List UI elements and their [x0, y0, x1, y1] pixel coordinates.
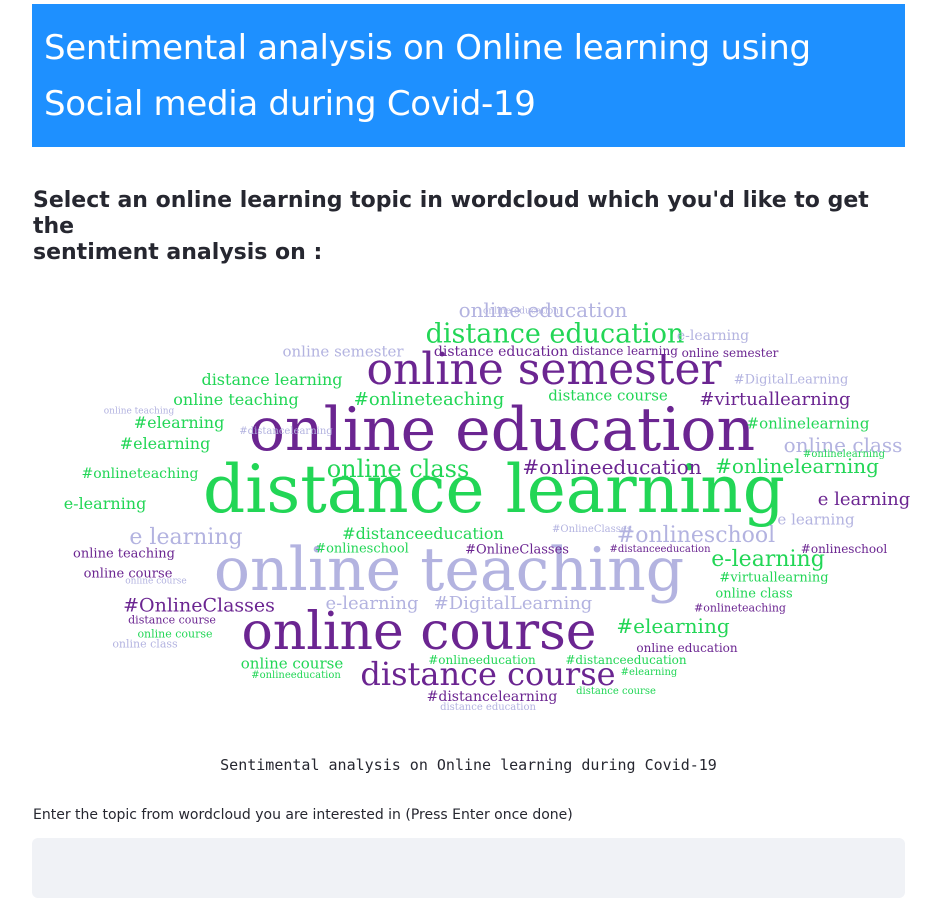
wordcloud-word[interactable]: #OnlineClasses [465, 544, 569, 557]
wordcloud-word[interactable]: distance learning [572, 345, 678, 357]
wordcloud-word[interactable]: #DigitalLearning [434, 595, 593, 613]
topic-prompt-heading: Select an online learning topic in wordc… [33, 188, 893, 266]
wordcloud-word[interactable]: online course [125, 577, 186, 587]
wordcloud-word[interactable]: e learning [777, 512, 854, 528]
topic-input[interactable] [32, 838, 905, 898]
wordcloud-word[interactable]: #onlineteaching [354, 391, 504, 409]
wordcloud-word[interactable]: e-learning [64, 496, 147, 512]
wordcloud-word[interactable]: #onlineteaching [694, 603, 786, 614]
wordcloud-word[interactable]: online education [483, 307, 559, 317]
wordcloud-word[interactable]: e-learning [677, 329, 749, 343]
wordcloud-word[interactable]: e-learning [326, 595, 419, 613]
wordcloud-word[interactable]: #onlineeducation [428, 654, 536, 666]
wordcloud-word[interactable]: online teaching [73, 548, 175, 561]
wordcloud-word[interactable]: online class [715, 588, 792, 601]
wordcloud-word[interactable]: online teaching [173, 392, 298, 408]
wordcloud-word[interactable]: #elearning [120, 436, 211, 452]
wordcloud-word[interactable]: distance course [128, 615, 216, 626]
wordcloud-word[interactable]: #distancelearning [239, 427, 332, 437]
page-title-line-1: Sentimental analysis on Online learning … [44, 28, 811, 68]
wordcloud-word[interactable]: #OnlineClasses [552, 525, 632, 535]
wordcloud-word[interactable]: #onlineschool [801, 543, 887, 555]
topic-prompt-line-2: sentiment analysis on : [33, 240, 323, 265]
wordcloud-word[interactable]: #onlinelearning [747, 416, 870, 432]
wordcloud-word[interactable]: online class [327, 457, 470, 481]
wordcloud-word[interactable]: online semester [682, 347, 779, 359]
wordcloud-word[interactable]: #onlineeducation [251, 671, 341, 681]
wordcloud-word[interactable]: #onlinelearning [803, 450, 885, 460]
wordcloud-word[interactable]: #onlineteaching [81, 467, 198, 481]
topic-input-label: Enter the topic from wordcloud you are i… [33, 807, 573, 823]
wordcloud-word[interactable]: online semester [282, 344, 403, 360]
wordcloud-word[interactable]: #elearning [134, 415, 225, 431]
wordcloud-word[interactable]: distance education [440, 703, 536, 713]
wordcloud-word[interactable]: #virtuallearning [699, 391, 850, 409]
wordcloud-word[interactable]: #elearning [621, 668, 678, 678]
wordcloud-word[interactable]: #DigitalLearning [734, 374, 849, 387]
topic-prompt-line-1: Select an online learning topic in wordc… [33, 188, 869, 239]
wordcloud-word[interactable]: #distanceeducation [565, 654, 686, 666]
wordcloud-word[interactable]: #distanceeducation [609, 545, 710, 555]
wordcloud-word[interactable]: distance course [548, 388, 668, 404]
wordcloud-word[interactable]: #onlineeducation [522, 457, 701, 477]
wordcloud-word[interactable]: #onlineschool [315, 543, 409, 556]
wordcloud-word[interactable]: distance course [576, 687, 656, 697]
page-title-line-2: Social media during Covid-19 [44, 84, 536, 124]
wordcloud-word[interactable]: e learning [818, 491, 911, 509]
title-banner: Sentimental analysis on Online learning … [32, 4, 905, 147]
topic-wordcloud[interactable]: online education distance education online… [32, 282, 911, 722]
wordcloud-word[interactable]: online class [112, 639, 177, 650]
wordcloud-word[interactable]: online teaching [104, 407, 175, 417]
wordcloud-word[interactable]: #elearning [616, 616, 729, 636]
wordcloud-word[interactable]: distance learning [201, 372, 342, 388]
wordcloud-word[interactable]: #distanceeducation [342, 526, 504, 542]
wordcloud-word[interactable]: #virtuallearning [719, 572, 828, 585]
wordcloud-word[interactable]: distance education [434, 345, 568, 359]
wordcloud-caption: Sentimental analysis on Online learning … [220, 756, 717, 774]
